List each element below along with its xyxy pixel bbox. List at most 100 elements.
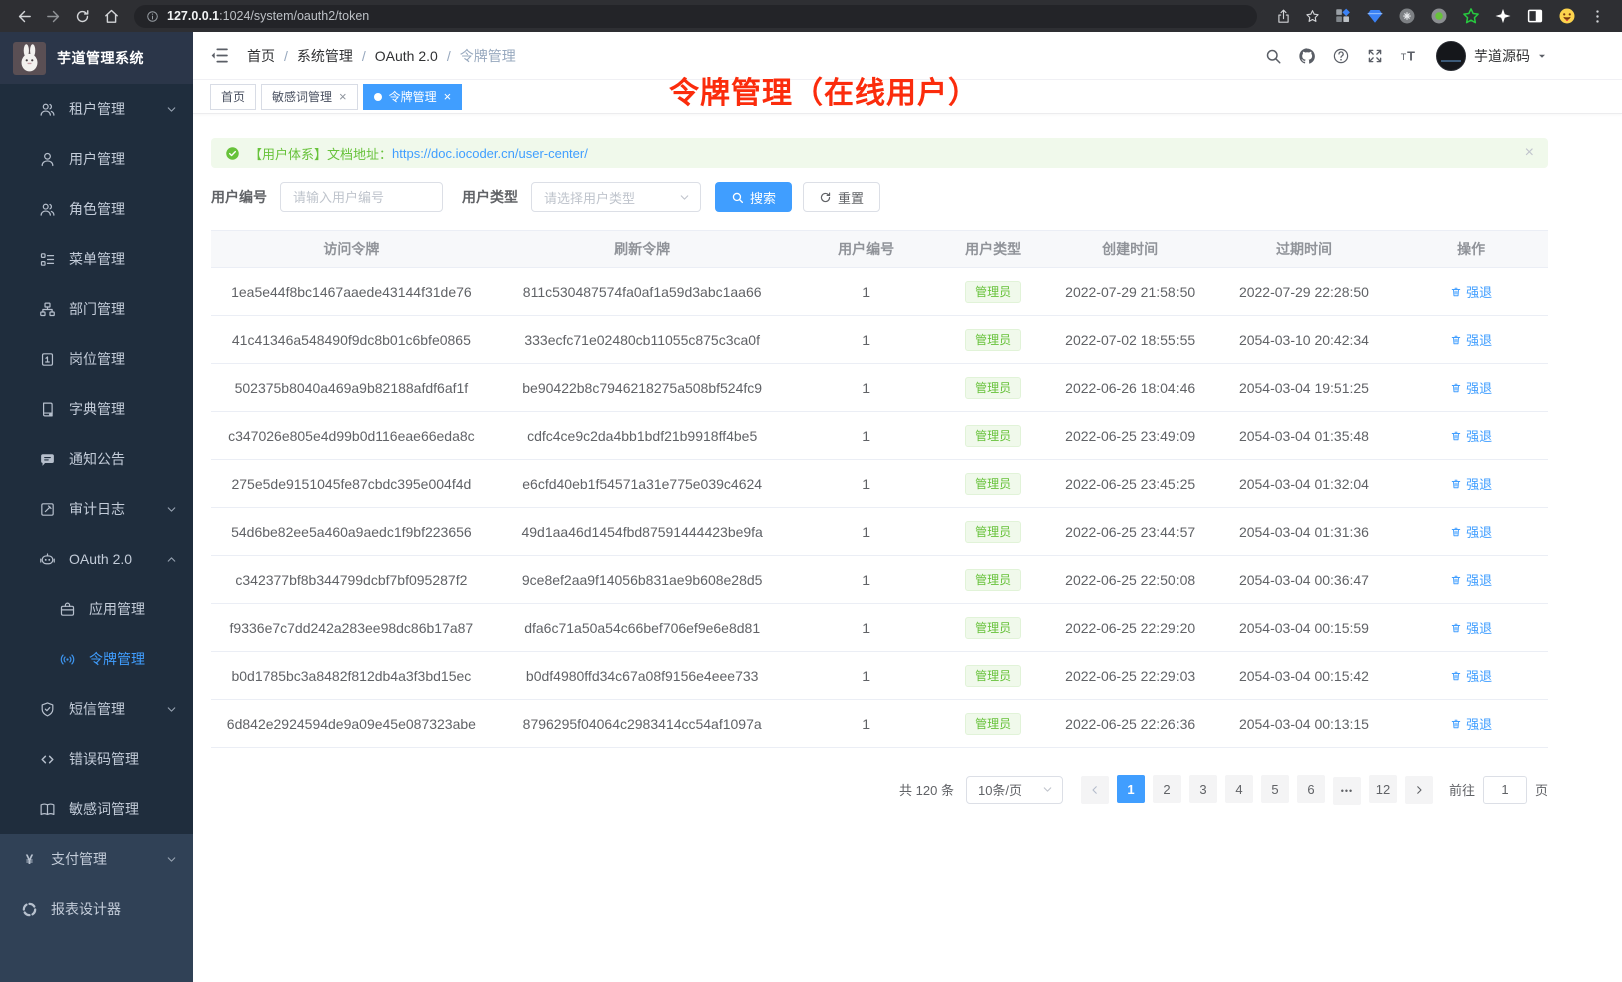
sidebar-item-notice-announcement[interactable]: 通知公告 bbox=[0, 434, 193, 484]
sidebar-collapse-icon[interactable] bbox=[209, 45, 230, 66]
address-bar[interactable]: 127.0.0.1:1024/system/oauth2/token bbox=[134, 5, 1257, 28]
sidebar-item-menu-management[interactable]: 菜单管理 bbox=[0, 234, 193, 284]
table-row: 502375b8040a469a9b82188afdf6af1fbe90422b… bbox=[211, 364, 1548, 412]
sidebar-item-user-management[interactable]: 用户管理 bbox=[0, 134, 193, 184]
column-header: 用户类型 bbox=[940, 231, 1047, 268]
alert-doc-link[interactable]: https://doc.iocoder.cn/user-center/ bbox=[392, 146, 588, 161]
sidebar-item-sms-management[interactable]: 短信管理 bbox=[0, 684, 193, 734]
user-type-cell: 管理员 bbox=[940, 460, 1047, 508]
search-button-icon bbox=[731, 191, 744, 204]
refresh-token-cell: 333ecfc71e02480cb11055c875c3ca0f bbox=[492, 316, 793, 364]
user-caret-down-icon[interactable] bbox=[1536, 50, 1548, 62]
reload-icon[interactable] bbox=[74, 8, 91, 25]
sidebar-item-audit-log[interactable]: 审计日志 bbox=[0, 484, 193, 534]
github-icon[interactable] bbox=[1298, 47, 1316, 65]
sidebar-item-token-management[interactable]: 令牌管理 bbox=[0, 634, 193, 684]
force-logout-button[interactable]: 强退 bbox=[1450, 570, 1492, 589]
site-info-icon[interactable] bbox=[146, 10, 159, 23]
force-logout-button[interactable]: 强退 bbox=[1450, 282, 1492, 301]
url-path: :1024/system/oauth2/token bbox=[219, 9, 369, 23]
fullscreen-icon[interactable] bbox=[1366, 47, 1384, 65]
tab-home[interactable]: 首页 bbox=[210, 84, 256, 110]
doc-alert-banner: 【用户体系】文档地址： https://doc.iocoder.cn/user-… bbox=[211, 138, 1548, 168]
app-logo-row[interactable]: 芋道管理系统 bbox=[0, 32, 193, 84]
force-logout-button[interactable]: 强退 bbox=[1450, 522, 1492, 541]
breadcrumb-item[interactable]: 系统管理 bbox=[297, 46, 353, 66]
page-size-select[interactable]: 10条/页 bbox=[966, 776, 1063, 804]
page-button-12[interactable]: 12 bbox=[1369, 775, 1397, 803]
forward-icon[interactable] bbox=[45, 8, 62, 25]
force-logout-button[interactable]: 强退 bbox=[1450, 426, 1492, 445]
page-button-5[interactable]: 5 bbox=[1261, 775, 1289, 803]
next-page-button[interactable] bbox=[1405, 776, 1433, 804]
extension-green-star-icon[interactable] bbox=[1462, 7, 1480, 25]
tab-token[interactable]: 令牌管理× bbox=[363, 84, 463, 110]
sidebar-item-app-management[interactable]: 应用管理 bbox=[0, 584, 193, 634]
department-org-icon bbox=[39, 301, 56, 318]
force-logout-button[interactable]: 强退 bbox=[1450, 666, 1492, 685]
force-logout-label: 强退 bbox=[1466, 666, 1492, 685]
username[interactable]: 芋道源码 bbox=[1474, 46, 1530, 66]
reset-button[interactable]: 重置 bbox=[803, 182, 880, 212]
profile-smiley-icon[interactable] bbox=[1558, 7, 1576, 25]
force-logout-button[interactable]: 强退 bbox=[1450, 714, 1492, 733]
page-button-2[interactable]: 2 bbox=[1153, 775, 1181, 803]
page-button-4[interactable]: 4 bbox=[1225, 775, 1253, 803]
share-icon[interactable] bbox=[1275, 8, 1292, 25]
user-avatar[interactable] bbox=[1436, 41, 1466, 71]
page-button-1[interactable]: 1 bbox=[1117, 775, 1145, 803]
breadcrumb-item[interactable]: OAuth 2.0 bbox=[375, 48, 438, 64]
help-icon[interactable] bbox=[1332, 47, 1350, 65]
back-icon[interactable] bbox=[16, 8, 33, 25]
font-size-icon[interactable]: TT bbox=[1400, 47, 1418, 65]
user-type-select[interactable]: 请选择用户类型 bbox=[531, 182, 701, 212]
force-logout-button[interactable]: 强退 bbox=[1450, 474, 1492, 493]
force-logout-label: 强退 bbox=[1466, 618, 1492, 637]
home-icon[interactable] bbox=[103, 8, 120, 25]
user-id-input[interactable] bbox=[280, 182, 443, 212]
sidebar-item-tenant-management[interactable]: 租户管理 bbox=[0, 84, 193, 134]
sidebar-item-sensitive-word-management[interactable]: 敏感词管理 bbox=[0, 784, 193, 834]
token-signal-icon bbox=[59, 651, 76, 668]
browser-menu-dots-icon[interactable] bbox=[1589, 8, 1606, 25]
force-logout-label: 强退 bbox=[1466, 282, 1492, 301]
sidebar-item-post-management[interactable]: 岗位管理 bbox=[0, 334, 193, 384]
sidebar-item-pay-management[interactable]: ¥支付管理 bbox=[0, 834, 193, 884]
created-time-cell: 2022-06-25 22:26:36 bbox=[1047, 700, 1214, 748]
sidebar-item-dept-management[interactable]: 部门管理 bbox=[0, 284, 193, 334]
sidebar-item-role-management[interactable]: 角色管理 bbox=[0, 184, 193, 234]
page-button-3[interactable]: 3 bbox=[1189, 775, 1217, 803]
search-icon[interactable] bbox=[1264, 47, 1282, 65]
search-button[interactable]: 搜索 bbox=[715, 182, 792, 212]
svg-text:¥: ¥ bbox=[26, 852, 34, 867]
expire-time-cell: 2054-03-04 01:31:36 bbox=[1214, 508, 1394, 556]
user-id-cell: 1 bbox=[793, 316, 940, 364]
extension-cmd-icon[interactable] bbox=[1398, 7, 1416, 25]
sidebar-item-dict-management[interactable]: 字典管理 bbox=[0, 384, 193, 434]
force-logout-button[interactable]: 强退 bbox=[1450, 618, 1492, 637]
sidebar-item-report-designer[interactable]: 报表设计器 bbox=[0, 884, 193, 934]
bookmark-star-icon[interactable] bbox=[1304, 8, 1321, 25]
sidebar-item-error-code-management[interactable]: 错误码管理 bbox=[0, 734, 193, 784]
tab-close-icon[interactable]: × bbox=[444, 90, 452, 103]
page-button-6[interactable]: 6 bbox=[1297, 775, 1325, 803]
extension-blocks-icon[interactable] bbox=[1334, 7, 1352, 25]
tab-sensitive-word[interactable]: 敏感词管理× bbox=[261, 84, 358, 110]
force-logout-button[interactable]: 强退 bbox=[1450, 378, 1492, 397]
total-count: 共 120 条 bbox=[899, 780, 954, 799]
breadcrumb-item[interactable]: 首页 bbox=[247, 46, 275, 66]
tab-close-icon[interactable]: × bbox=[339, 90, 347, 103]
extension-gem-icon[interactable] bbox=[1366, 7, 1384, 25]
prev-page-button[interactable] bbox=[1081, 776, 1109, 804]
force-logout-button[interactable]: 强退 bbox=[1450, 330, 1492, 349]
goto-page-input[interactable] bbox=[1483, 776, 1527, 804]
table-row: c347026e805e4d99b0d116eae66eda8ccdfc4ce9… bbox=[211, 412, 1548, 460]
extension-record-icon[interactable] bbox=[1430, 7, 1448, 25]
alert-close-icon[interactable]: × bbox=[1525, 145, 1534, 161]
extension-pinwheel-icon[interactable] bbox=[1494, 7, 1512, 25]
sidebar-item-oauth2[interactable]: OAuth 2.0 bbox=[0, 534, 193, 584]
extension-sidebar-icon[interactable] bbox=[1526, 7, 1544, 25]
refresh-token-cell: 49d1aa46d1454fbd87591444423be9fa bbox=[492, 508, 793, 556]
main-panel: 首页/系统管理/OAuth 2.0/令牌管理 TT 芋道源码 令牌管理（在线用户… bbox=[193, 32, 1622, 982]
user-id-cell: 1 bbox=[793, 412, 940, 460]
